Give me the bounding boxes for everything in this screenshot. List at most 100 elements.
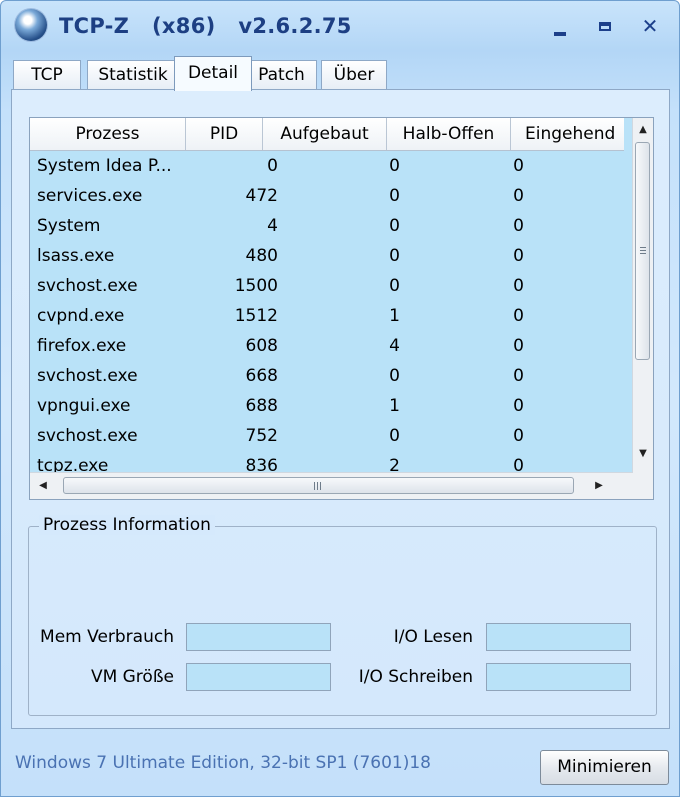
column-header-aufgebaut[interactable]: Aufgebaut xyxy=(263,118,387,150)
title-bar[interactable]: TCP-Z (x86) v2.6.2.75 ✕ xyxy=(1,1,679,53)
minimize-icon[interactable] xyxy=(547,13,575,39)
detail-panel: Prozess PID Aufgebaut Halb-Offen Eingehe… xyxy=(11,89,670,729)
pid-cell: 688 xyxy=(245,396,278,416)
eingehend-cell: 0 xyxy=(538,361,624,391)
process-name-cell: cvpnd.exe xyxy=(37,306,125,326)
halb-offen-cell: 0 xyxy=(513,186,524,206)
process-list[interactable]: Prozess PID Aufgebaut Halb-Offen Eingehe… xyxy=(29,117,654,500)
process-name-cell: vpngui.exe xyxy=(37,396,131,416)
scroll-down-icon[interactable]: ▼ xyxy=(633,444,653,464)
process-name-cell: System Idea P... xyxy=(37,156,172,176)
eingehend-cell: 0 xyxy=(538,301,624,331)
vm-field[interactable] xyxy=(186,663,331,691)
maximize-icon[interactable] xyxy=(592,13,620,39)
eingehend-cell: 0 xyxy=(538,211,624,241)
mem-label: Mem Verbrauch xyxy=(40,627,174,647)
column-header-pid[interactable]: PID xyxy=(186,118,263,150)
tab-detail[interactable]: Detail xyxy=(174,56,252,91)
io-write-field[interactable] xyxy=(486,663,631,691)
process-rows: System Idea P...0000services.exe472000Sy… xyxy=(30,151,624,473)
table-row[interactable]: tcpz.exe 836 2 00 xyxy=(30,451,624,473)
process-info-group: Prozess Information Mem Verbrauch VM Grö… xyxy=(28,515,657,716)
horizontal-scrollbar[interactable]: ◀ ▶ xyxy=(30,472,633,499)
table-row[interactable]: svchost.exe1500000 xyxy=(30,271,624,301)
minimize-button[interactable]: Minimieren xyxy=(540,750,669,785)
pid-cell: 752 xyxy=(245,426,278,446)
app-window: TCP-Z (x86) v2.6.2.75 ✕ TCP Statistik De… xyxy=(0,0,680,797)
halb-offen-cell: 0 xyxy=(513,336,524,356)
io-write-label: I/O Schreiben xyxy=(358,667,473,687)
eingehend-cell: 0 xyxy=(538,331,624,361)
halb-offen-cell: 0 xyxy=(513,246,524,266)
halb-offen-cell: 0 xyxy=(513,216,524,236)
process-name-cell: services.exe xyxy=(37,186,143,206)
aufgebaut-cell: 0 xyxy=(389,426,400,446)
aufgebaut-cell: 0 xyxy=(389,366,400,386)
pid-cell: 472 xyxy=(245,186,278,206)
vm-label: VM Größe xyxy=(90,667,174,687)
close-icon[interactable]: ✕ xyxy=(636,13,664,39)
pid-cell: 4 xyxy=(267,216,278,236)
pid-cell: 608 xyxy=(245,336,278,356)
aufgebaut-cell: 0 xyxy=(389,216,400,236)
table-row[interactable]: vpngui.exe 688 1 00 xyxy=(30,391,624,421)
process-name-cell: System xyxy=(37,216,101,236)
os-status-text: Windows 7 Ultimate Edition, 32-bit SP1 (… xyxy=(15,753,431,773)
eingehend-cell: 0 xyxy=(538,391,624,421)
scrollbar-corner xyxy=(631,473,653,499)
pid-cell: 836 xyxy=(245,456,278,473)
table-row[interactable]: lsass.exe480000 xyxy=(30,241,624,271)
io-read-label: I/O Lesen xyxy=(393,627,473,647)
vertical-scrollbar[interactable]: ▲ ▼ xyxy=(632,118,653,473)
table-row[interactable]: svchost.exe668000 xyxy=(30,361,624,391)
process-name-cell: svchost.exe xyxy=(37,426,138,446)
tab-patch[interactable]: Patch xyxy=(246,60,317,89)
aufgebaut-cell: 4 xyxy=(389,336,400,356)
process-list-header: Prozess PID Aufgebaut Halb-Offen Eingehe… xyxy=(30,118,635,151)
vertical-scroll-thumb[interactable] xyxy=(635,142,650,360)
aufgebaut-cell: 0 xyxy=(389,156,400,176)
pid-cell: 668 xyxy=(245,366,278,386)
table-row[interactable]: System4000 xyxy=(30,211,624,241)
table-row[interactable]: firefox.exe 608 4 00 xyxy=(30,331,624,361)
tab-ueber[interactable]: Über xyxy=(321,60,387,89)
scroll-up-icon[interactable]: ▲ xyxy=(633,120,653,140)
halb-offen-cell: 0 xyxy=(513,366,524,386)
column-header-eingehend[interactable]: Eingehend xyxy=(511,118,635,150)
app-globe-icon[interactable] xyxy=(15,9,47,41)
process-name-cell: svchost.exe xyxy=(37,276,138,296)
table-row[interactable]: System Idea P...0000 xyxy=(30,151,624,181)
table-row[interactable]: services.exe472000 xyxy=(30,181,624,211)
horizontal-scroll-thumb[interactable] xyxy=(63,477,574,494)
process-name-cell: lsass.exe xyxy=(37,246,115,266)
aufgebaut-cell: 2 xyxy=(389,456,400,473)
aufgebaut-cell: 0 xyxy=(389,276,400,296)
table-row[interactable]: svchost.exe752000 xyxy=(30,421,624,451)
process-name-cell: firefox.exe xyxy=(37,336,127,356)
process-info-title: Prozess Information xyxy=(39,515,215,535)
aufgebaut-cell: 0 xyxy=(389,186,400,206)
halb-offen-cell: 0 xyxy=(513,276,524,296)
io-read-field[interactable] xyxy=(486,623,631,651)
eingehend-cell: 0 xyxy=(538,271,624,301)
pid-cell: 480 xyxy=(245,246,278,266)
eingehend-cell: 0 xyxy=(538,151,624,181)
scroll-left-icon[interactable]: ◀ xyxy=(32,473,54,499)
eingehend-cell: 0 xyxy=(538,421,624,451)
aufgebaut-cell: 0 xyxy=(389,246,400,266)
table-row[interactable]: cvpnd.exe 1512 1 00 xyxy=(30,301,624,331)
tab-statistik[interactable]: Statistik xyxy=(87,60,179,89)
process-name-cell: svchost.exe xyxy=(37,366,138,386)
scroll-right-icon[interactable]: ▶ xyxy=(588,473,610,499)
halb-offen-cell: 0 xyxy=(513,456,524,473)
column-header-prozess[interactable]: Prozess xyxy=(30,118,186,150)
aufgebaut-cell: 1 xyxy=(389,306,400,326)
eingehend-cell: 0 xyxy=(538,241,624,271)
mem-field[interactable] xyxy=(186,623,331,651)
pid-cell: 1500 xyxy=(234,276,278,296)
halb-offen-cell: 0 xyxy=(513,426,524,446)
column-header-halb-offen[interactable]: Halb-Offen xyxy=(387,118,511,150)
eingehend-cell: 0 xyxy=(538,451,624,473)
window-title: TCP-Z (x86) v2.6.2.75 xyxy=(59,14,352,38)
tab-tcp[interactable]: TCP xyxy=(13,60,81,89)
